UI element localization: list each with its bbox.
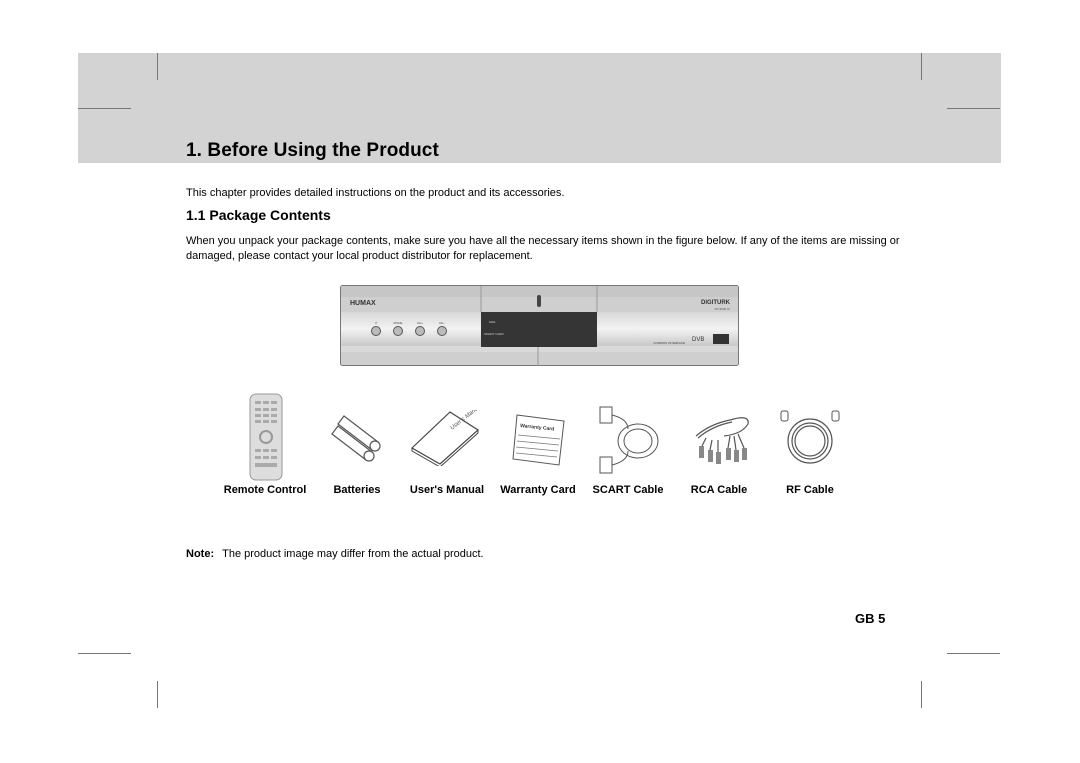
button-label: CH+ bbox=[417, 321, 423, 325]
accessory-label-users-manual: User's Manual bbox=[409, 484, 485, 496]
accessory-label-warranty-card: Warranty Card bbox=[500, 484, 576, 496]
page-number: GB 5 bbox=[855, 611, 886, 626]
rf-cable-icon bbox=[780, 410, 840, 464]
section-paragraph: When you unpack your package contents, m… bbox=[186, 235, 900, 262]
batteries-icon bbox=[331, 415, 381, 462]
users-manual-icon: User's Manual bbox=[411, 410, 480, 466]
common-interface-label: COMMON INTERFACE bbox=[653, 341, 685, 345]
crop-mark-bottom-right-vertical bbox=[921, 681, 922, 708]
intro-text: This chapter provides detailed instructi… bbox=[186, 187, 565, 199]
scart-cable-icon bbox=[599, 406, 659, 474]
accessory-label-rca-cable: RCA Cable bbox=[690, 484, 748, 496]
device-brand: HUMAX bbox=[350, 300, 376, 307]
button-label: MODE bbox=[394, 321, 403, 325]
display-label: SMART CARD bbox=[484, 332, 505, 336]
accessory-label-batteries: Batteries bbox=[333, 484, 381, 496]
accessory-label-scart-cable: SCART Cable bbox=[592, 484, 664, 496]
accessory-label-rf-cable: RF Cable bbox=[786, 484, 834, 496]
crop-mark-top-right-horizontal bbox=[947, 108, 1000, 109]
rca-cable-icon bbox=[695, 417, 749, 464]
section-title: 1.1 Package Contents bbox=[186, 207, 331, 223]
mode-button[interactable] bbox=[393, 326, 403, 336]
remote-control-icon bbox=[249, 393, 283, 481]
display-label: MAIL bbox=[489, 320, 496, 324]
warranty-card-icon: Warranty Card bbox=[512, 414, 565, 466]
smartcard-slot bbox=[537, 295, 541, 307]
set-top-box-image: HUMAX ⏻ MODE CH+ CH− MAIL SMART CARD DIG… bbox=[340, 285, 739, 366]
channel-up-button[interactable] bbox=[415, 326, 425, 336]
chapter-title: 1. Before Using the Product bbox=[186, 140, 439, 161]
accessory-label-remote-control: Remote Control bbox=[223, 484, 307, 496]
device-model: DT-9500 CI bbox=[715, 307, 731, 311]
crop-mark-top-right-vertical bbox=[921, 53, 922, 80]
dvb-logo: DVB bbox=[692, 337, 704, 343]
crop-mark-bottom-left-vertical bbox=[157, 681, 158, 708]
crop-mark-top-left-vertical bbox=[157, 53, 158, 80]
crop-mark-bottom-left-horizontal bbox=[78, 653, 131, 654]
dvb-badge bbox=[713, 334, 729, 344]
operator-logo: DIGITURK bbox=[701, 300, 731, 306]
device-display-panel bbox=[481, 312, 597, 347]
button-label: CH− bbox=[439, 321, 445, 325]
note: Note: The product image may differ from t… bbox=[186, 548, 484, 560]
note-text: The product image may differ from the ac… bbox=[222, 548, 484, 560]
crop-mark-top-left-horizontal bbox=[78, 108, 131, 109]
note-label: Note: bbox=[186, 548, 215, 560]
power-button[interactable] bbox=[371, 326, 381, 336]
crop-mark-bottom-right-horizontal bbox=[947, 653, 1000, 654]
channel-down-button[interactable] bbox=[437, 326, 447, 336]
